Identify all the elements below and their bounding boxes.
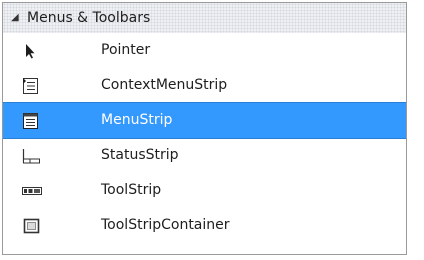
- toolbox-item-label: StatusStrip: [101, 147, 179, 163]
- toolbox-item-label: ToolStrip: [101, 182, 162, 198]
- toolbox-item-label: MenuStrip: [101, 112, 173, 128]
- toolbox-item-label: ToolStripContainer: [101, 217, 230, 233]
- pointer-arrow-icon: [20, 42, 44, 60]
- toolbox-item-contextmenustrip[interactable]: ContextMenuStrip: [3, 68, 406, 103]
- status-strip-icon: [20, 147, 44, 165]
- toolbox-item-toolstrip[interactable]: ToolStrip: [3, 173, 406, 208]
- toolbox-item-pointer[interactable]: Pointer: [3, 33, 406, 68]
- menu-strip-icon: [20, 112, 44, 130]
- group-header-menus-toolbars[interactable]: ◢ Menus & Toolbars: [3, 3, 406, 33]
- toolbox-item-label: ContextMenuStrip: [101, 77, 228, 93]
- toolbox-item-statusstrip[interactable]: StatusStrip: [3, 138, 406, 173]
- toolbox-item-toolstripcontainer[interactable]: ToolStripContainer: [3, 208, 406, 243]
- group-header-label: Menus & Toolbars: [27, 10, 151, 26]
- tool-strip-icon: [20, 182, 44, 200]
- collapse-triangle-icon[interactable]: ◢: [11, 3, 27, 33]
- toolbox-panel: ◢ Menus & Toolbars Pointer ContextMenuSt…: [2, 2, 407, 255]
- context-menu-strip-icon: [20, 77, 44, 95]
- tool-strip-container-icon: [20, 217, 44, 235]
- toolbox-item-menustrip[interactable]: MenuStrip: [3, 102, 406, 139]
- toolbox-item-label: Pointer: [101, 42, 151, 58]
